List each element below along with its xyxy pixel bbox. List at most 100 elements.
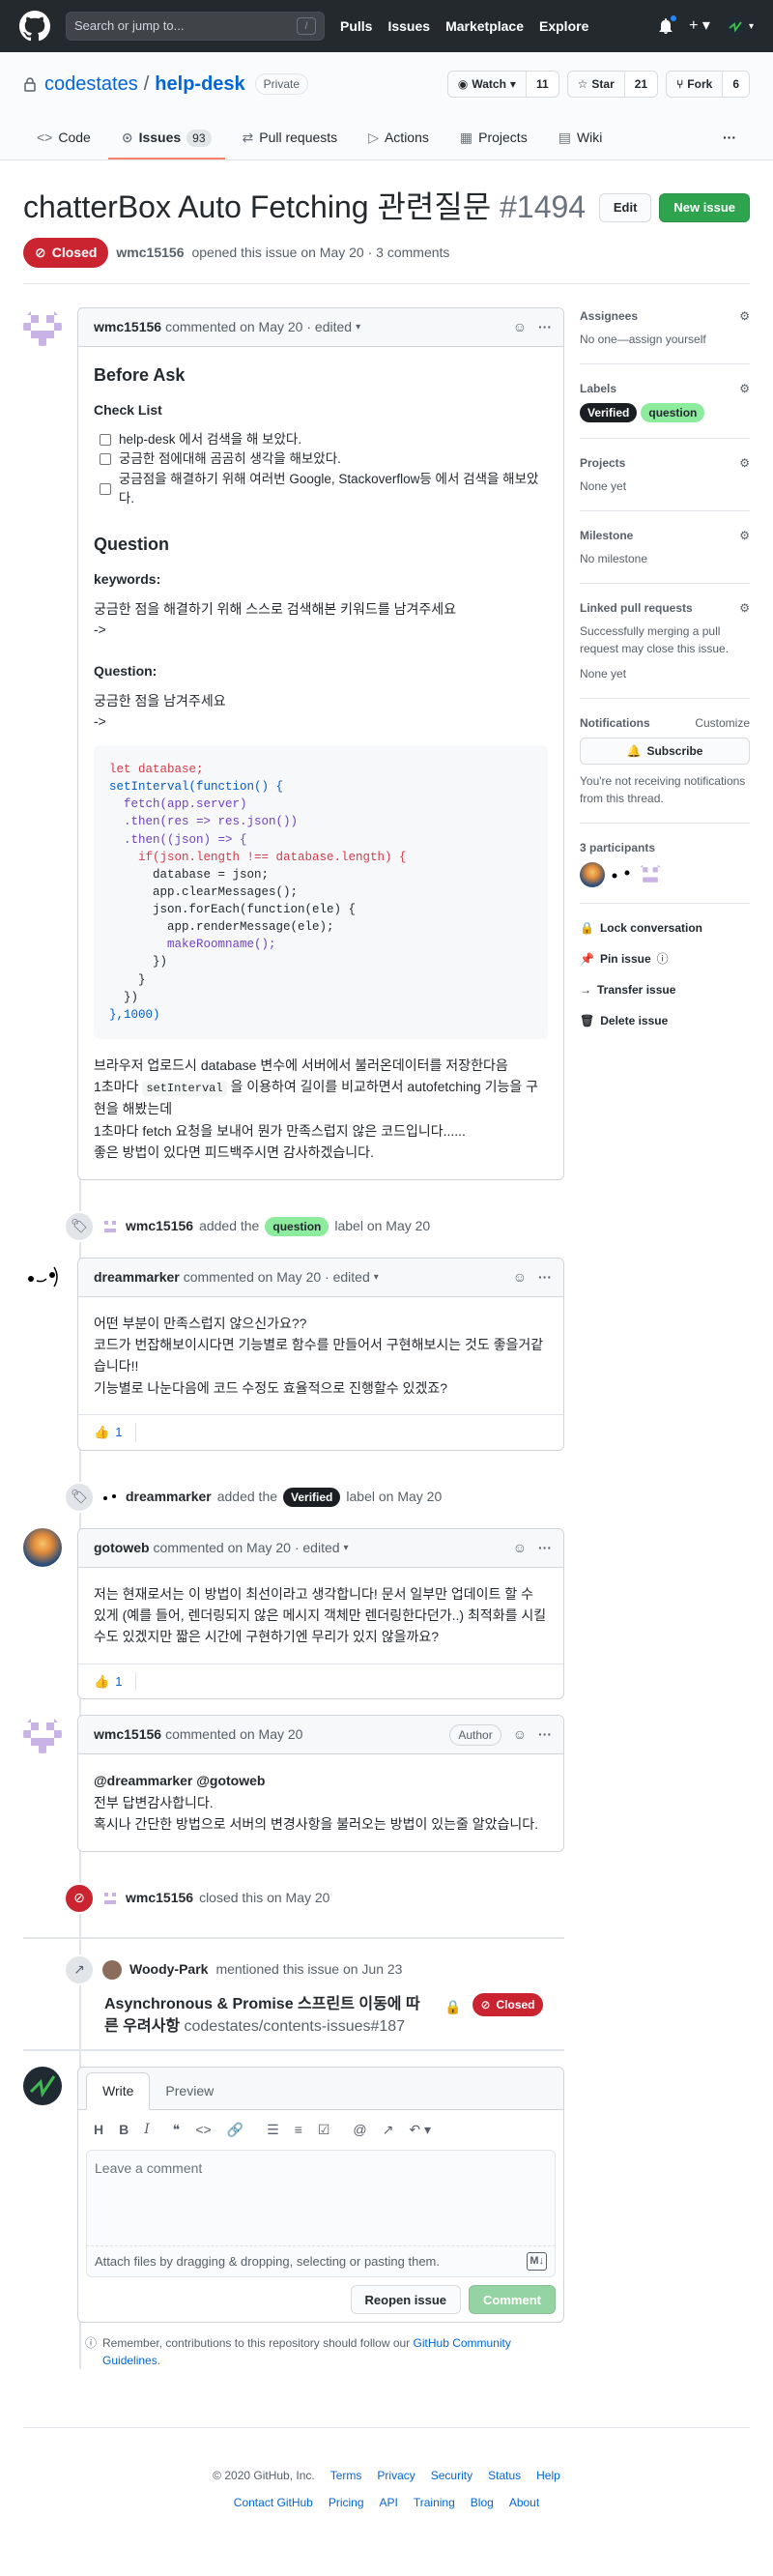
reaction-thumbs-up[interactable]: 👍 1 — [94, 1423, 137, 1442]
delete-issue-action[interactable]: 🗑 Delete issue — [580, 1012, 750, 1029]
participant-avatar[interactable] — [580, 862, 605, 887]
participant-avatar[interactable] — [609, 862, 634, 887]
kebab-horizontal-icon[interactable]: ··· — [538, 1724, 552, 1745]
repo-owner-link[interactable]: codestates — [44, 70, 138, 99]
comment-author[interactable]: gotoweb — [94, 1538, 150, 1558]
lock-conversation-action[interactable]: 🔒 Lock conversation — [580, 919, 750, 937]
unordered-list-icon[interactable]: ☰ — [267, 2120, 279, 2140]
event-actor[interactable]: dreammarker — [126, 1487, 212, 1507]
avatar[interactable] — [23, 1257, 62, 1296]
tab-code[interactable]: <> Code — [23, 120, 104, 159]
customize-link[interactable]: Customize — [695, 714, 750, 732]
comment-textarea[interactable]: Leave a comment — [86, 2149, 556, 2246]
info-icon[interactable]: ⓘ — [657, 950, 669, 968]
fork-count[interactable]: 6 — [722, 72, 749, 97]
gear-icon[interactable]: ⚙ — [739, 599, 750, 617]
comment-button[interactable]: Comment — [469, 2285, 556, 2315]
quote-icon[interactable]: ❝ — [173, 2120, 181, 2140]
footer-link-api[interactable]: API — [380, 2494, 398, 2511]
event-actor[interactable]: wmc15156 — [126, 1888, 193, 1908]
label-question[interactable]: question — [641, 403, 705, 422]
new-issue-button[interactable]: New issue — [659, 193, 750, 222]
event-actor[interactable]: wmc15156 — [126, 1216, 193, 1236]
footer-link-privacy[interactable]: Privacy — [377, 2467, 415, 2484]
reopen-issue-button[interactable]: Reopen issue — [350, 2285, 462, 2315]
kebab-horizontal-icon[interactable]: ··· — [538, 317, 552, 337]
assignees-value[interactable]: No one—assign yourself — [580, 331, 750, 348]
reply-icon[interactable]: ↶ ▾ — [409, 2120, 431, 2140]
italic-icon[interactable]: I — [144, 2120, 150, 2140]
participant-avatar[interactable] — [638, 862, 663, 887]
pin-issue-action[interactable]: 📌 Pin issue ⓘ — [580, 950, 750, 968]
bold-icon[interactable]: B — [119, 2120, 129, 2140]
comment-meta[interactable]: commented on May 20 — [165, 1724, 302, 1745]
kebab-horizontal-icon[interactable]: ··· — [538, 1267, 552, 1288]
mention-icon[interactable]: @ — [353, 2120, 366, 2140]
event-actor[interactable]: Woody-Park — [129, 1959, 208, 1980]
footer-link-contact[interactable]: Contact GitHub — [234, 2494, 313, 2511]
watch-button[interactable]: ◉ Watch ▾ 11 — [446, 71, 559, 98]
gear-icon[interactable]: ⚙ — [739, 307, 750, 325]
github-logo-icon[interactable] — [19, 11, 50, 42]
footer-link-pricing[interactable]: Pricing — [329, 2494, 364, 2511]
heading-icon[interactable]: H — [94, 2120, 103, 2140]
star-button[interactable]: ☆ Star 21 — [566, 71, 659, 98]
avatar[interactable] — [23, 307, 62, 346]
footer-link-about[interactable]: About — [509, 2494, 539, 2511]
footer-link-help[interactable]: Help — [536, 2467, 560, 2484]
chevron-down-icon[interactable]: ▾ — [344, 1541, 349, 1555]
tasklist-icon[interactable]: ☑ — [318, 2120, 330, 2140]
referenced-issue-link[interactable]: Asynchronous & Promise 스프린트 이동에 따른 우려사항 … — [104, 1993, 433, 2038]
link-icon[interactable]: 🔗 — [227, 2120, 243, 2140]
issue-author-link[interactable]: wmc15156 — [116, 243, 184, 263]
search-input[interactable]: Search or jump to... / — [66, 12, 325, 41]
avatar[interactable] — [23, 1527, 62, 1567]
fork-button[interactable]: ⑂ Fork 6 — [666, 71, 750, 98]
label-verified[interactable]: Verified — [580, 403, 638, 422]
smiley-icon[interactable]: ☺ — [513, 1267, 527, 1288]
user-avatar-menu[interactable]: ▾ — [725, 16, 754, 36]
avatar[interactable] — [23, 2066, 62, 2105]
subscribe-button[interactable]: 🔔 Subscribe — [580, 738, 750, 765]
gear-icon[interactable]: ⚙ — [739, 527, 750, 544]
more-tabs-button[interactable]: ··· — [709, 120, 750, 159]
nav-explore[interactable]: Explore — [539, 16, 588, 37]
tab-issues[interactable]: ⊙ Issues 93 — [107, 120, 225, 159]
tab-actions[interactable]: ▷ Actions — [355, 120, 443, 159]
edit-title-button[interactable]: Edit — [598, 193, 652, 222]
label-question[interactable]: question — [265, 1216, 329, 1236]
smiley-icon[interactable]: ☺ — [513, 1538, 527, 1558]
comment-meta[interactable]: commented on May 20 · edited — [184, 1267, 370, 1288]
star-count[interactable]: 21 — [623, 72, 658, 97]
footer-link-training[interactable]: Training — [414, 2494, 455, 2511]
cross-reference-icon[interactable]: ↗ — [383, 2120, 394, 2140]
smiley-icon[interactable]: ☺ — [513, 1724, 527, 1745]
kebab-horizontal-icon[interactable]: ··· — [538, 1538, 552, 1558]
avatar[interactable] — [23, 1715, 62, 1754]
comment-author[interactable]: dreammarker — [94, 1267, 180, 1288]
code-icon[interactable]: <> — [195, 2120, 211, 2140]
gear-icon[interactable]: ⚙ — [739, 454, 750, 472]
mentions[interactable]: @dreammarker @gotoweb — [94, 1770, 548, 1791]
tab-preview[interactable]: Preview — [150, 2073, 229, 2109]
avatar[interactable] — [100, 1488, 120, 1507]
chevron-down-icon[interactable]: ▾ — [374, 1270, 379, 1285]
transfer-issue-action[interactable]: → Transfer issue — [580, 981, 750, 999]
markdown-icon[interactable]: M↓ — [527, 2252, 547, 2271]
reaction-thumbs-up[interactable]: 👍 1 — [94, 1671, 137, 1692]
footer-link-status[interactable]: Status — [488, 2467, 521, 2484]
nav-pulls[interactable]: Pulls — [340, 16, 372, 37]
tab-projects[interactable]: ▦ Projects — [446, 120, 541, 159]
ordered-list-icon[interactable]: ≡ — [295, 2120, 302, 2140]
footer-link-blog[interactable]: Blog — [471, 2494, 494, 2511]
watch-count[interactable]: 11 — [525, 72, 558, 97]
smiley-icon[interactable]: ☺ — [513, 317, 527, 337]
bell-icon[interactable] — [658, 14, 678, 34]
avatar[interactable] — [100, 1889, 120, 1908]
footer-link-security[interactable]: Security — [431, 2467, 472, 2484]
avatar[interactable] — [102, 1959, 122, 1980]
plus-dropdown-icon[interactable]: + ▾ — [689, 14, 710, 38]
comment-author[interactable]: wmc15156 — [94, 317, 161, 337]
comment-meta[interactable]: commented on May 20 · edited — [154, 1538, 340, 1558]
label-verified[interactable]: Verified — [283, 1487, 341, 1507]
